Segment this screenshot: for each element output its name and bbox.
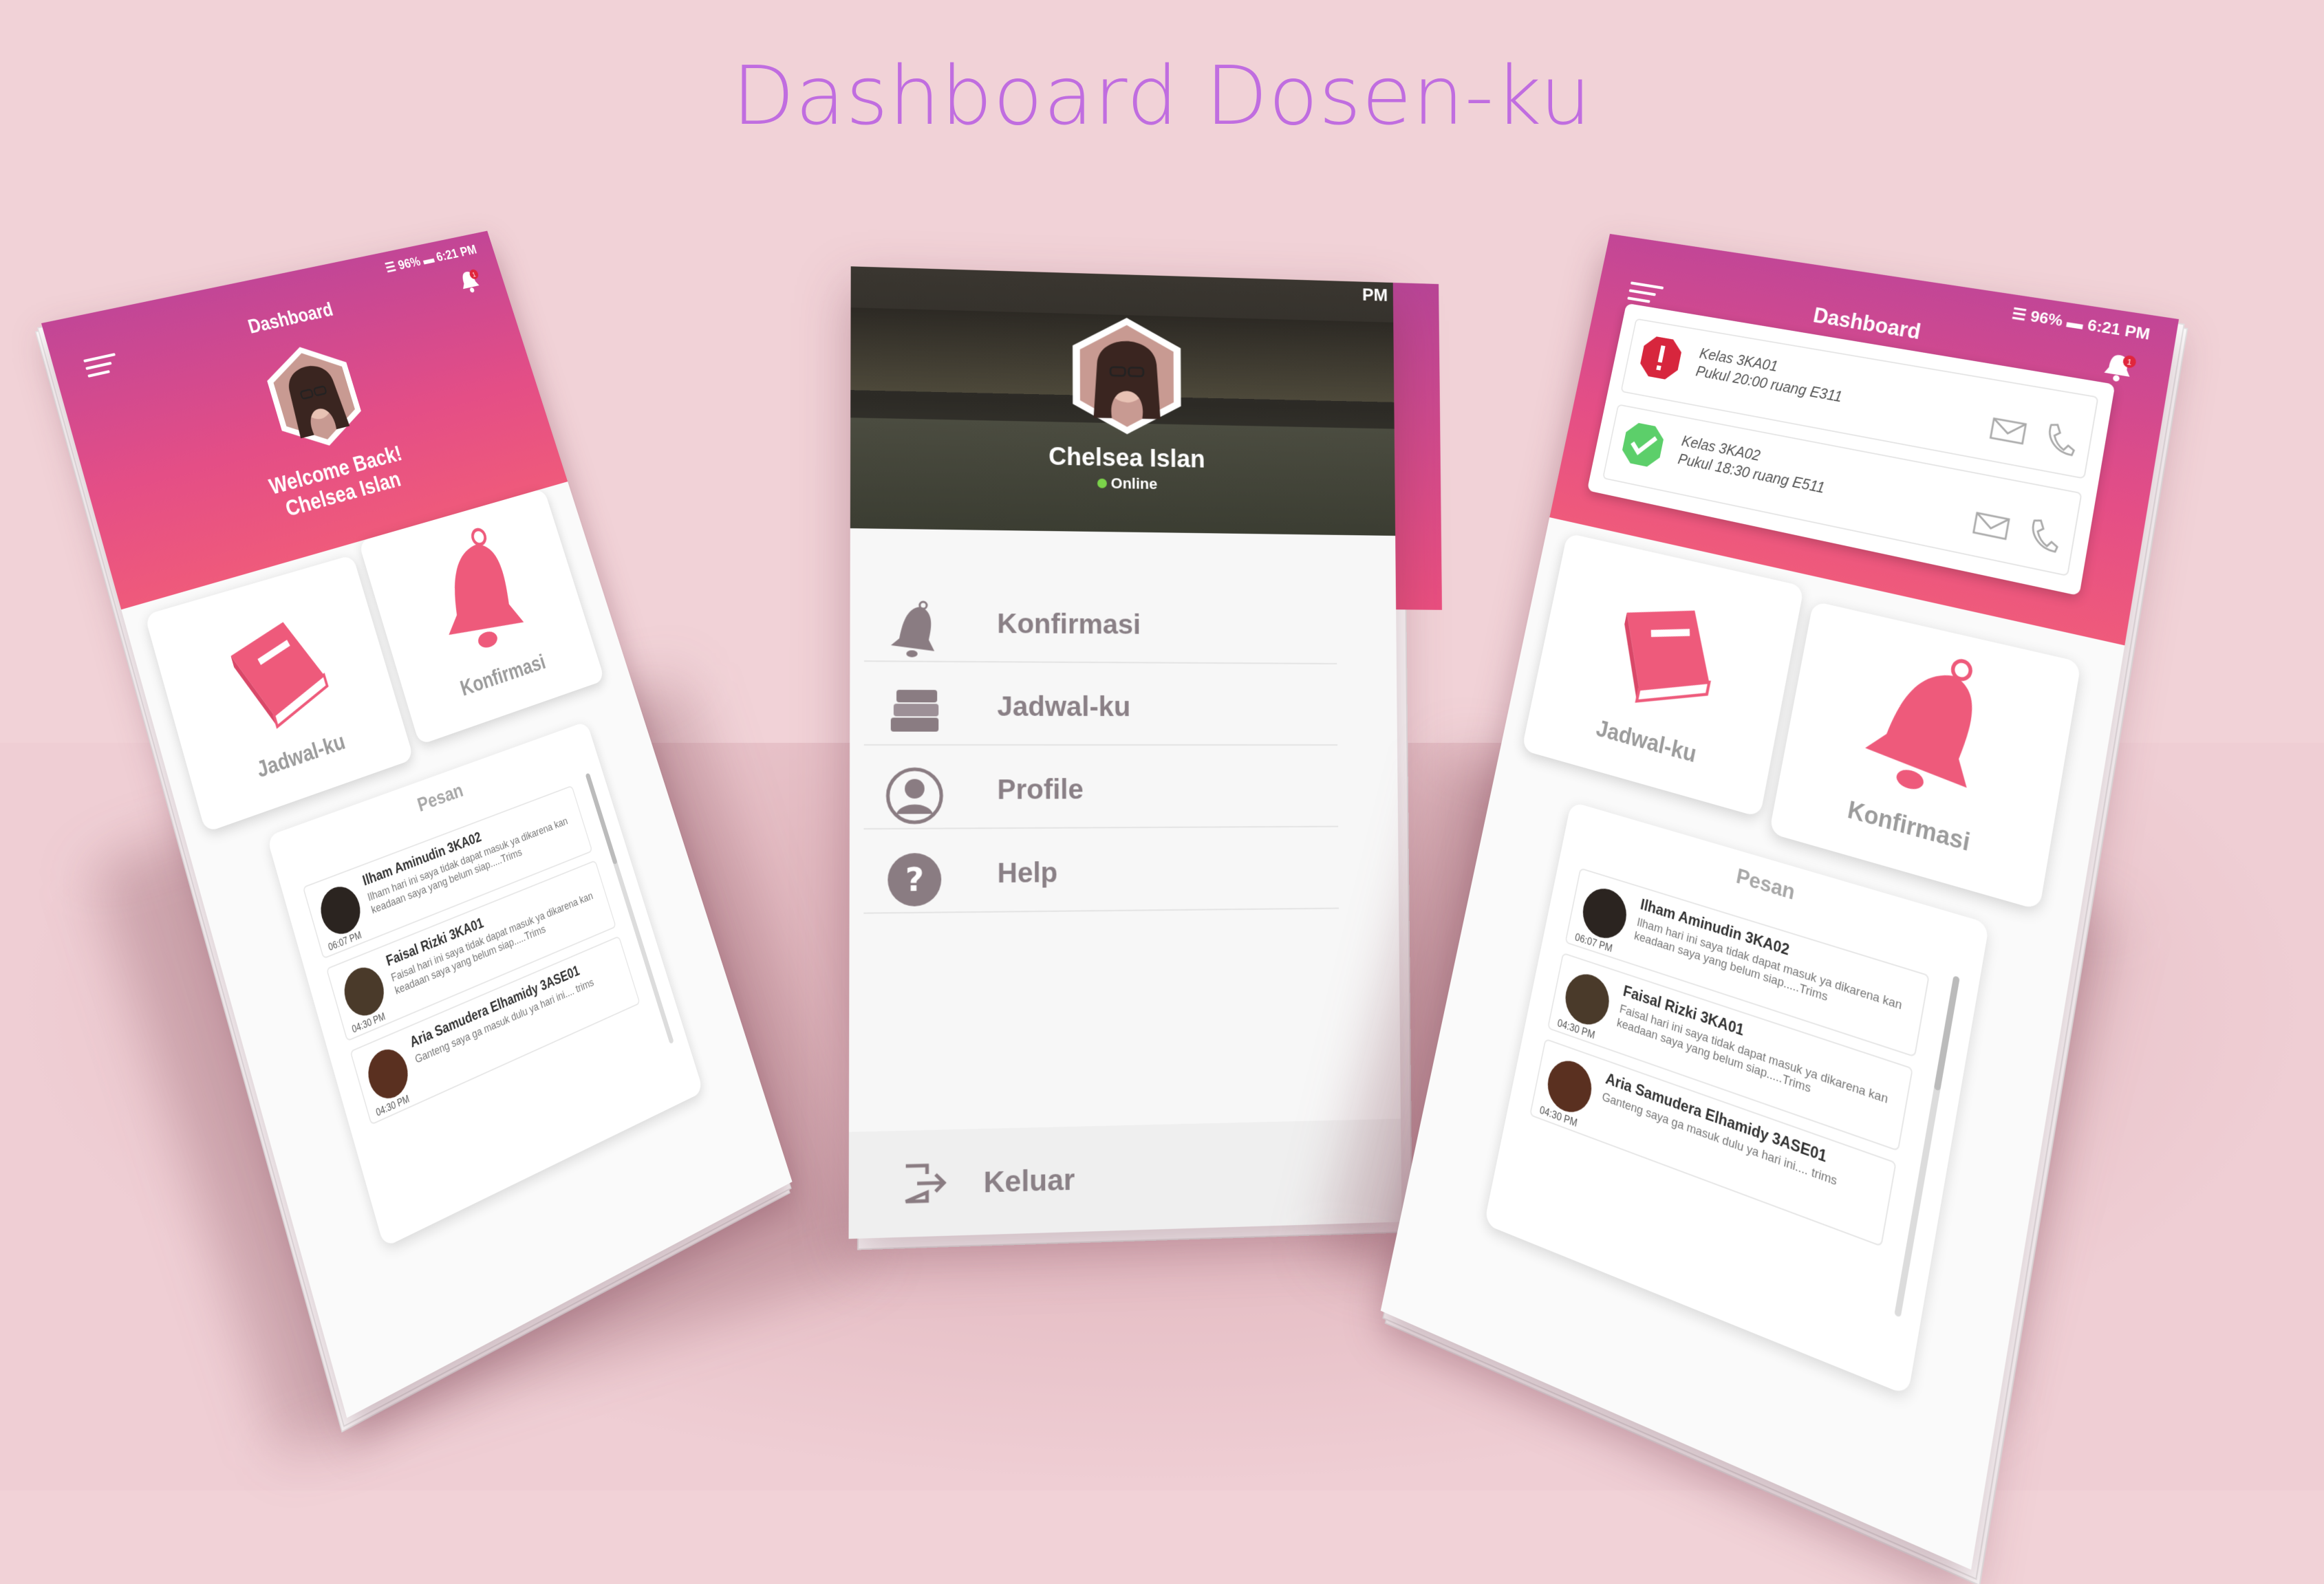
user-icon (885, 766, 944, 825)
wifi-icon: ☰ (2010, 304, 2028, 325)
mail-icon[interactable] (1974, 513, 2009, 539)
dashboard-edge (1392, 282, 1442, 610)
bell-icon (1847, 634, 2008, 812)
check-icon (1617, 418, 1668, 471)
messages-panel: Pesan Ilham Aminudin 3KA02 Ilham hari in… (266, 721, 704, 1248)
konfirmasi-card[interactable]: Konfirmasi (1769, 600, 2082, 911)
books-icon (885, 683, 945, 741)
jadwal-card[interactable]: Jadwal-ku (1521, 532, 1805, 818)
menu-item-help[interactable]: ? Help (863, 832, 1339, 914)
menu-item-profile[interactable]: Profile (863, 750, 1339, 829)
logout-button[interactable]: Keluar (848, 1118, 1402, 1239)
menu-item-konfirmasi[interactable]: Konfirmasi (863, 584, 1337, 664)
bell-icon (411, 517, 541, 664)
bell-icon (885, 600, 945, 658)
konfirmasi-label: Konfirmasi (458, 650, 548, 702)
book-icon (208, 601, 345, 745)
alert-icon (1635, 332, 1686, 384)
mail-icon[interactable] (1990, 418, 2025, 443)
messages-panel: Pesan Ilham Aminudin 3KA02 Ilham hari in… (1484, 801, 1990, 1396)
jadwal-label: Jadwal-ku (1593, 715, 1699, 768)
help-icon: ? (885, 850, 944, 909)
phone-icon[interactable] (2030, 519, 2061, 552)
svg-text:?: ? (905, 860, 924, 898)
phone-drawer: PM Chelsea Islan Online Konfirmasi Jadwa… (848, 266, 1442, 1249)
book-icon (1593, 580, 1736, 727)
logout-icon (899, 1158, 948, 1208)
jadwal-card[interactable]: Jadwal-ku (144, 554, 414, 833)
status-bar: PM (1362, 284, 1388, 305)
avatar[interactable] (1069, 314, 1185, 438)
page-headline: Dashboard Dosen-ku (732, 48, 1592, 143)
phone-icon[interactable] (2046, 424, 2078, 455)
menu-item-jadwal[interactable]: Jadwal-ku (863, 667, 1338, 746)
